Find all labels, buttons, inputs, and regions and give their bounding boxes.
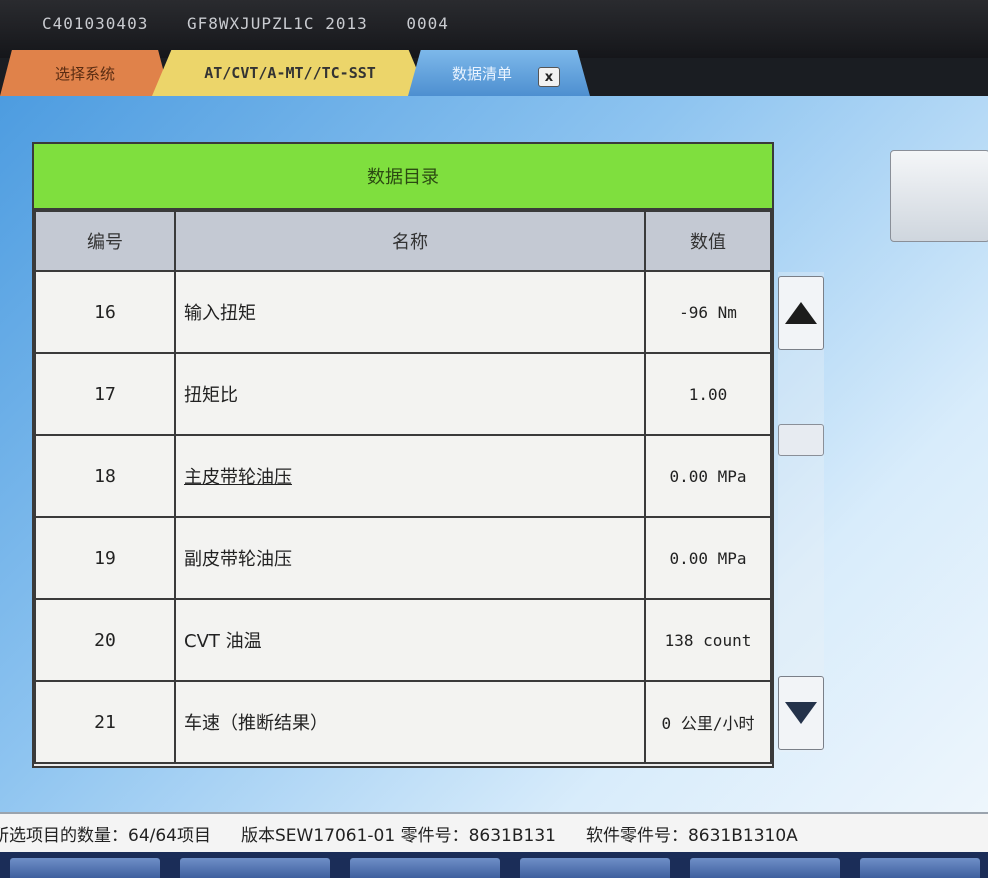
toolbar-button[interactable] [350,858,500,878]
version-info: 版本SEW17061-01 零件号：8631B131 [241,825,556,846]
vin-part-2: GF8WXJUPZL1C 2013 [186,14,368,33]
table-row[interactable]: 19 副皮带轮油压 0.00 MPa [34,516,772,600]
vin-part-1: C401030403 [42,14,149,33]
toolbar-button[interactable] [860,858,980,878]
selected-count: 所选项目的数量：64/64项目 [0,825,211,846]
row-name: 主皮带轮油压 [174,434,646,518]
tab-select-system[interactable]: 选择系统 [0,50,170,96]
row-value: 0 公里/小时 [644,680,772,764]
row-number: 18 [34,434,176,518]
row-value: 138 count [644,598,772,682]
row-number: 19 [34,516,176,600]
row-value: 0.00 MPa [644,516,772,600]
table-row[interactable]: 16 输入扭矩 -96 Nm [34,270,772,354]
triangle-down-icon [785,702,817,724]
tab-label: AT/CVT/A-MT//TC-SST [204,64,376,82]
row-value: -96 Nm [644,270,772,354]
row-name: 车速（推断结果） [174,680,646,764]
column-header-value: 数值 [644,210,772,272]
tab-data-list[interactable]: 数据清单 [408,50,590,96]
column-header-name: 名称 [174,210,646,272]
row-number: 17 [34,352,176,436]
scrollbar-thumb[interactable] [778,424,824,456]
row-name: 扭矩比 [174,352,646,436]
row-number: 16 [34,270,176,354]
row-name: CVT 油温 [174,598,646,682]
data-panel: 数据目录 编号 名称 数值 16 输入扭矩 -96 Nm 17 扭矩比 1.00… [32,142,774,768]
panel-title: 数据目录 [34,144,772,210]
tab-bar: 选择系统 AT/CVT/A-MT//TC-SST 数据清单 x [0,50,988,100]
toolbar-button[interactable] [10,858,160,878]
row-value: 0.00 MPa [644,434,772,518]
toolbar-button[interactable] [690,858,840,878]
row-number: 20 [34,598,176,682]
status-bar: 所选项目的数量：64/64项目 版本SEW17061-01 零件号：8631B1… [0,812,988,852]
software-part-number: 软件零件号：8631B1310A [585,825,798,846]
tab-label: 数据清单 [452,64,513,83]
row-name: 输入扭矩 [174,270,646,354]
table-row[interactable]: 21 车速（推断结果） 0 公里/小时 [34,680,772,764]
table-header-row: 编号 名称 数值 [34,210,772,272]
row-number: 21 [34,680,176,764]
toolbar-button[interactable] [520,858,670,878]
table-row[interactable]: 20 CVT 油温 138 count [34,598,772,682]
column-header-number: 编号 [34,210,176,272]
row-name: 副皮带轮油压 [174,516,646,600]
vehicle-info: C401030403 GF8WXJUPZL1C 2013 0004 [42,14,477,33]
close-icon[interactable]: x [538,67,560,87]
triangle-up-icon [785,302,817,324]
vin-part-3: 0004 [406,14,449,33]
data-table: 编号 名称 数值 16 输入扭矩 -96 Nm 17 扭矩比 1.00 18 主… [34,210,772,764]
tab-label: 选择系统 [54,64,115,83]
scroll-down-button[interactable] [778,676,824,750]
table-row[interactable]: 17 扭矩比 1.00 [34,352,772,436]
table-row[interactable]: 18 主皮带轮油压 0.00 MPa [34,434,772,518]
scroll-up-button[interactable] [778,276,824,350]
row-value: 1.00 [644,352,772,436]
side-button[interactable] [890,150,988,242]
toolbar-button[interactable] [180,858,330,878]
tab-at-cvt[interactable]: AT/CVT/A-MT//TC-SST [152,50,428,96]
main-area: 数据目录 编号 名称 数值 16 输入扭矩 -96 Nm 17 扭矩比 1.00… [0,96,988,818]
bottom-toolbar [0,852,988,878]
